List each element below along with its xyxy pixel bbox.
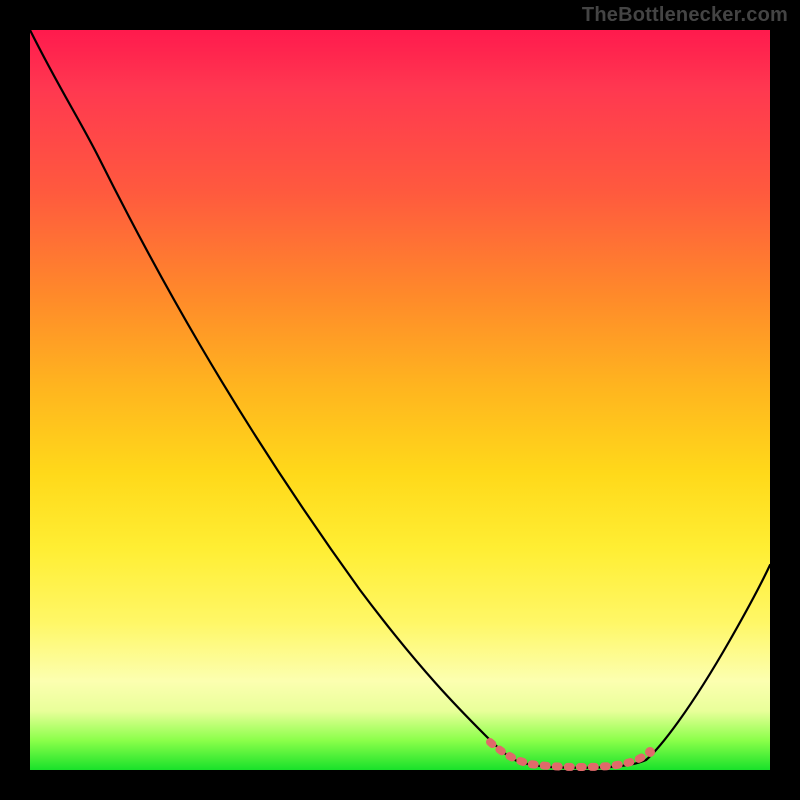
watermark-text: TheBottlenecker.com — [582, 4, 788, 27]
chart-frame: TheBottlenecker.com — [0, 0, 800, 800]
highlight-endpoint-dot — [645, 747, 655, 757]
chart-lines — [30, 30, 770, 770]
bottleneck-curve — [30, 30, 770, 768]
highlight-segment — [490, 742, 644, 767]
